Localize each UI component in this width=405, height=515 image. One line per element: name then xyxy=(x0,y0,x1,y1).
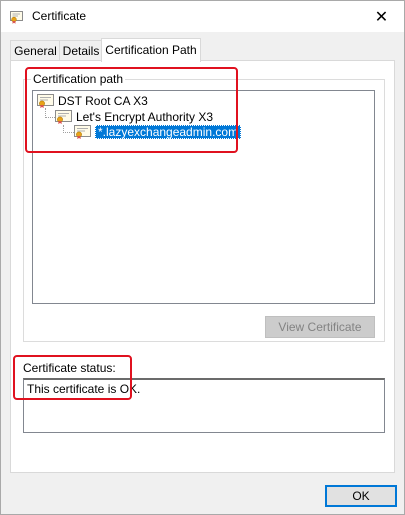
certification-path-tree[interactable]: DST Root CA X3 Let's Encrypt Authority X… xyxy=(32,90,375,304)
view-certificate-label: View Certificate xyxy=(278,320,362,334)
view-certificate-button[interactable]: View Certificate xyxy=(265,316,375,338)
certificate-icon xyxy=(74,125,91,139)
window-title: Certificate xyxy=(32,9,87,23)
tab-certification-path[interactable]: Certification Path xyxy=(101,38,201,62)
certificate-status-box[interactable]: This certificate is OK. xyxy=(23,378,385,433)
certificate-icon xyxy=(37,94,54,108)
tab-general[interactable]: General xyxy=(10,40,61,61)
certificate-icon xyxy=(55,110,72,124)
tree-node-label: Let's Encrypt Authority X3 xyxy=(76,110,214,124)
tree-connector xyxy=(45,117,55,118)
title-bar: Certificate ✕ xyxy=(1,1,404,32)
tab-general-label: General xyxy=(14,44,57,58)
close-icon: ✕ xyxy=(374,8,389,26)
tree-connector xyxy=(63,132,74,133)
tree-node-label-selected: *.lazyexchangeadmin.com xyxy=(95,125,242,139)
certification-path-label: Certification path xyxy=(31,72,126,86)
tree-node-intermediate[interactable]: Let's Encrypt Authority X3 xyxy=(55,109,213,125)
tab-details-label: Details xyxy=(62,44,100,58)
ok-button[interactable]: OK xyxy=(325,485,397,507)
ok-label: OK xyxy=(352,489,370,503)
certificate-icon xyxy=(10,11,23,24)
certificate-dialog: Certificate ✕ General Details Certificat… xyxy=(0,0,405,515)
tab-certification-path-label: Certification Path xyxy=(105,43,197,57)
certificate-status-label: Certificate status: xyxy=(23,361,116,375)
tree-node-root[interactable]: DST Root CA X3 xyxy=(37,93,148,109)
tree-node-label: DST Root CA X3 xyxy=(58,94,148,108)
tab-details[interactable]: Details xyxy=(59,40,103,61)
certificate-status-text: This certificate is OK. xyxy=(27,382,141,396)
tree-node-leaf[interactable]: *.lazyexchangeadmin.com xyxy=(74,124,242,140)
close-button[interactable]: ✕ xyxy=(359,1,404,32)
